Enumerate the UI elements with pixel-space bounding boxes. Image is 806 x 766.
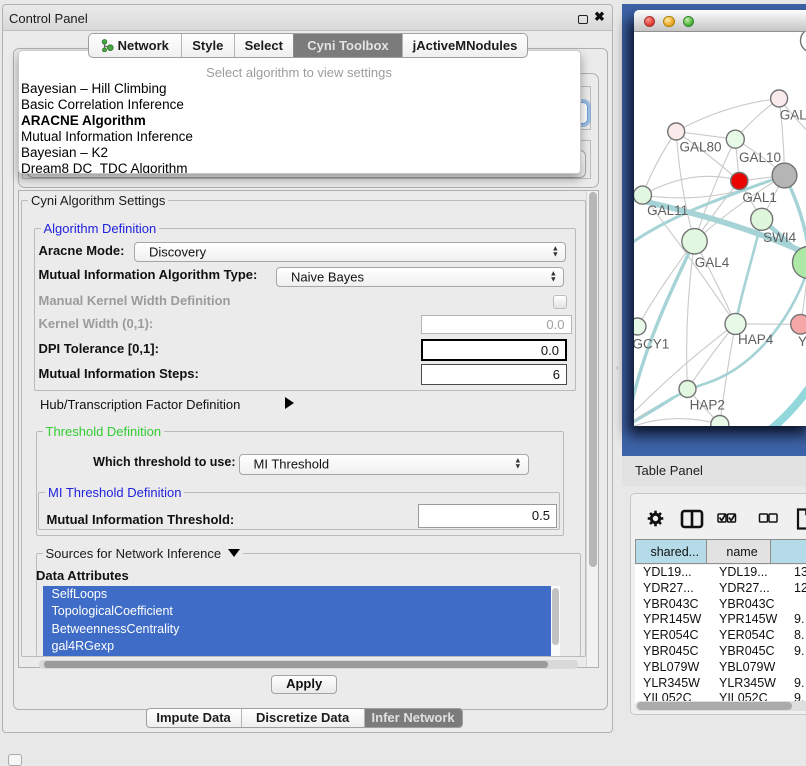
svg-text:YEL047C: YEL047C <box>798 334 806 349</box>
svg-text:SWI4: SWI4 <box>763 230 796 245</box>
svg-text:GAL80: GAL80 <box>679 139 721 154</box>
svg-text:GAL7: GAL7 <box>779 107 806 122</box>
svg-text:GAL1: GAL1 <box>742 190 777 205</box>
svg-text:GCY1: GCY1 <box>634 336 669 351</box>
svg-text:GAL11: GAL11 <box>647 202 688 217</box>
svg-text:HAP4: HAP4 <box>738 332 774 347</box>
svg-text:GAL10: GAL10 <box>738 150 780 165</box>
svg-text:HAP2: HAP2 <box>689 397 724 412</box>
svg-text:GAL4: GAL4 <box>694 255 729 270</box>
